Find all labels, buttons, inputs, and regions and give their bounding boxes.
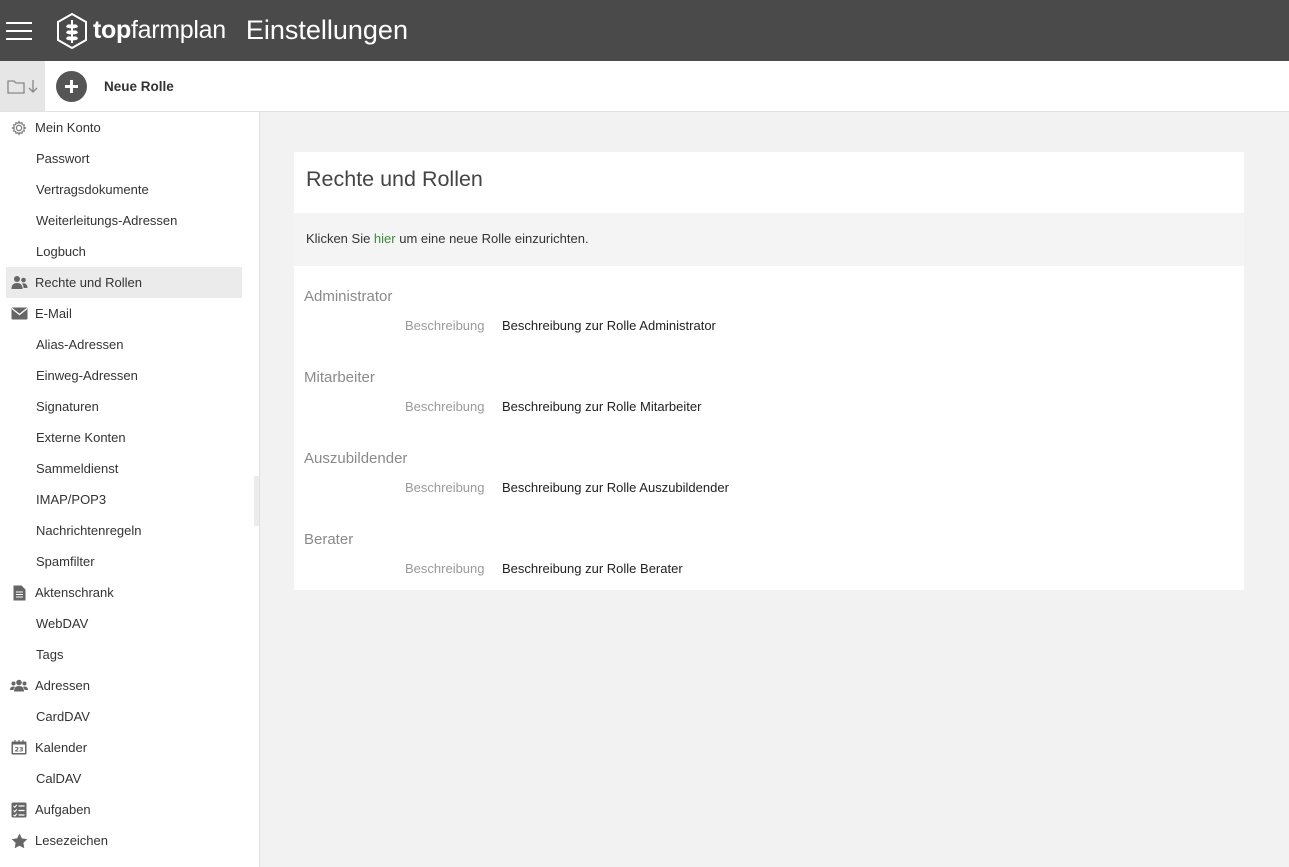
create-role-link[interactable]: hier [374,231,396,246]
folder-arrow-icon [6,80,37,94]
contacts-icon [10,678,28,694]
sidebar-item-weiterleitungs-adressen[interactable]: Weiterleitungs-Adressen [6,205,242,236]
envelope-icon [10,306,28,322]
sidebar-item-label: Weiterleitungs-Adressen [36,213,178,228]
sidebar-item-label: WebDAV [36,616,89,631]
sidebar-item-lesezeichen[interactable]: Lesezeichen [6,825,242,856]
sidebar-item-label: Aufgaben [35,802,91,817]
page-title: Einstellungen [245,15,408,45]
sidebar-item-label: E-Mail [35,306,72,321]
sidebar-item-label: Adressen [35,678,90,693]
sidebar-item-label: Vertragsdokumente [36,182,149,197]
role-name-auszubildender[interactable]: Auszubildender [304,450,407,467]
sidebar-item-sammeldienst[interactable]: Sammeldienst [6,453,242,484]
sidebar-item-label: Passwort [36,151,90,166]
sidebar-item-label: IMAP/POP3 [36,492,107,507]
sidebar-item-logbuch[interactable]: Logbuch [6,236,242,267]
settings-sidebar: Mein Konto Passwort Vertragsdokumente We… [0,112,260,867]
sidebar-item-adressen[interactable]: Adressen [6,670,242,701]
sidebar-item-label: Signaturen [36,399,99,414]
sidebar-item-label: Kalender [35,740,88,755]
calendar-icon: 23 [10,740,28,756]
role-description-value: Beschreibung zur Rolle Berater [502,561,683,576]
sidebar-item-label: Nachrichtenregeln [36,523,142,538]
role-description-label: Beschreibung [405,318,485,333]
sidebar-item-label: Tags [36,647,64,662]
role-description-value: Beschreibung zur Rolle Auszubildender [502,480,729,495]
sidebar-item-label: Externe Konten [36,430,126,445]
sidebar-item-tags[interactable]: Tags [6,639,242,670]
role-name-berater[interactable]: Berater [304,531,353,548]
role-description-value: Beschreibung zur Rolle Administrator [502,318,716,333]
sidebar-item-aktenschrank[interactable]: Aktenschrank [6,577,242,608]
sidebar-item-label: Lesezeichen [35,833,108,848]
sidebar-item-label: Alias-Adressen [36,337,124,352]
sidebar-item-label: Einweg-Adressen [36,368,138,383]
sidebar-item-rechte-und-rollen[interactable]: Rechte und Rollen [6,267,242,298]
gear-icon [10,119,28,136]
tasks-icon [10,802,28,818]
sidebar-item-carddav[interactable]: CardDAV [6,701,242,732]
logo-text: topfarmplan [93,16,226,44]
plus-icon [65,79,78,93]
toolbar: Neue Rolle [0,61,1289,112]
hamburger-menu-icon[interactable] [6,21,32,40]
role-description-label: Beschreibung [405,480,485,495]
sidebar-item-label: Logbuch [36,244,86,259]
new-role-label[interactable]: Neue Rolle [104,79,174,94]
info-text: Klicken Sie hier um eine neue Rolle einz… [306,231,589,246]
roles-panel: Rechte und Rollen Klicken Sie hier um ei… [294,152,1244,590]
star-icon [10,833,28,849]
sidebar-item-label: Aktenschrank [35,585,114,600]
logo[interactable]: topfarmplan [56,12,226,49]
sidebar-item-aufgaben[interactable]: Aufgaben [6,794,242,825]
users-icon [10,275,28,291]
sidebar-item-e-mail[interactable]: E-Mail [6,298,242,329]
sidebar-item-imap-pop3[interactable]: IMAP/POP3 [6,484,242,515]
sidebar-item-caldav[interactable]: CalDAV [6,763,242,794]
sidebar-item-label: Sammeldienst [36,461,119,476]
document-icon [10,585,28,601]
sidebar-item-einweg-adressen[interactable]: Einweg-Adressen [6,360,242,391]
sidebar-item-kalender[interactable]: 23 Kalender [6,732,242,763]
info-bar: Klicken Sie hier um eine neue Rolle einz… [294,213,1244,266]
role-name-administrator[interactable]: Administrator [304,288,392,305]
role-description-label: Beschreibung [405,399,485,414]
sidebar-item-label: Mein Konto [35,120,101,135]
sidebar-item-nachrichtenregeln[interactable]: Nachrichtenregeln [6,515,242,546]
panel-title: Rechte und Rollen [306,167,483,191]
sidebar-item-label: CalDAV [36,771,82,786]
sidebar-item-webdav[interactable]: WebDAV [6,608,242,639]
role-name-mitarbeiter[interactable]: Mitarbeiter [304,369,375,386]
role-description-value: Beschreibung zur Rolle Mitarbeiter [502,399,702,414]
sidebar-item-mein-konto[interactable]: Mein Konto [6,112,242,143]
sidebar-item-signaturen[interactable]: Signaturen [6,391,242,422]
sidebar-item-vertragsdokumente[interactable]: Vertragsdokumente [6,174,242,205]
folder-download-button[interactable] [0,61,45,111]
add-role-button[interactable] [56,70,87,102]
sidebar-resize-handle[interactable] [254,476,259,526]
sidebar-item-externe-konten[interactable]: Externe Konten [6,422,242,453]
wheat-logo-icon [57,12,87,49]
sidebar-item-label: Rechte und Rollen [35,275,142,290]
role-description-label: Beschreibung [405,561,485,576]
sidebar-item-spamfilter[interactable]: Spamfilter [6,546,242,577]
top-header: topfarmplan Einstellungen [0,0,1289,61]
sidebar-item-passwort[interactable]: Passwort [6,143,242,174]
svg-text:23: 23 [14,746,23,754]
sidebar-item-label: CardDAV [36,709,90,724]
sidebar-item-label: Spamfilter [36,554,95,569]
sidebar-item-alias-adressen[interactable]: Alias-Adressen [6,329,242,360]
